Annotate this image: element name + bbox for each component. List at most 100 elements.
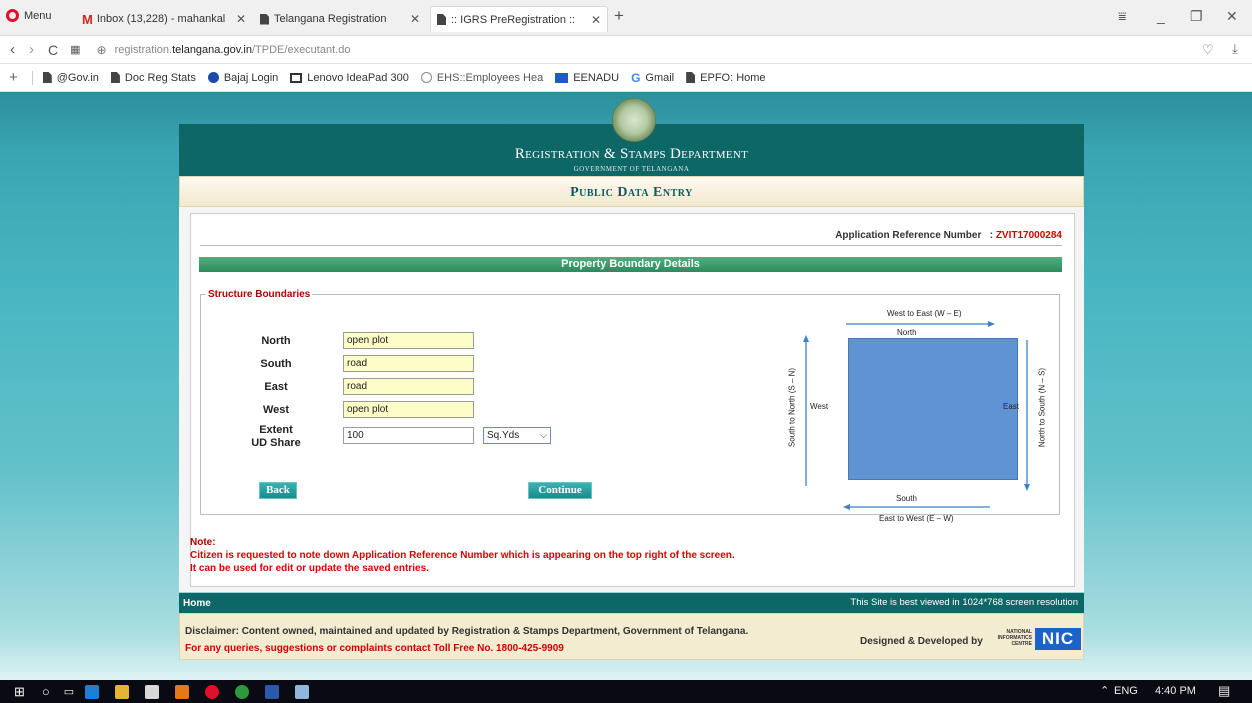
diagram-west: West: [810, 402, 829, 411]
page-icon: [686, 72, 696, 83]
south-north-arrowhead: [803, 335, 809, 342]
store-icon[interactable]: [145, 684, 160, 699]
toll-free-text: For any queries, suggestions or complain…: [185, 643, 564, 654]
task-view-icon[interactable]: ▭: [64, 685, 74, 698]
close-window-icon[interactable]: ✕: [1226, 8, 1238, 25]
disclaimer-box: Disclaimer: Content owned, maintained an…: [179, 613, 1084, 660]
bookmark-epfo[interactable]: EPFO: Home: [686, 72, 766, 84]
ref-number: ZVIT17000284: [995, 230, 1062, 241]
nic-logo: NIC: [1035, 628, 1081, 650]
close-tab-icon[interactable]: ✕: [585, 13, 601, 27]
north-south-arrowhead: [1024, 484, 1030, 491]
extent-input[interactable]: 100: [343, 427, 474, 444]
ehs-icon: [420, 72, 432, 83]
tab-gmail[interactable]: M Inbox (13,228) - mahankal ✕: [76, 6, 252, 32]
south-boundary-input[interactable]: road: [343, 355, 474, 372]
file-explorer-icon[interactable]: [115, 684, 130, 699]
chrome-icon[interactable]: [235, 684, 250, 699]
disclaimer-text: Disclaimer: Content owned, maintained an…: [185, 626, 749, 637]
bookmark-gmail[interactable]: G Gmail: [631, 71, 674, 85]
bajaj-icon: [207, 72, 219, 83]
language-indicator[interactable]: ENG: [1114, 685, 1138, 697]
diagram-south: South: [896, 494, 917, 503]
url-field[interactable]: registration.telangana.gov.in/TPDE/execu…: [115, 44, 351, 56]
designed-by-text: Designed & Developed by: [860, 636, 983, 647]
address-bar-row: ‹ › C ▦ ⊕ registration.telangana.gov.in/…: [0, 36, 1252, 64]
diagram-east: East: [1003, 402, 1020, 411]
word-icon[interactable]: [265, 684, 280, 699]
chevron-down-icon: ⌵: [540, 430, 547, 440]
telangana-emblem-icon: [612, 98, 656, 142]
application-reference: Application Reference Number : ZVIT17000…: [200, 228, 1062, 246]
bookmark-lenovo[interactable]: Lenovo IdeaPad 300: [290, 72, 409, 84]
home-link[interactable]: Home: [183, 598, 211, 609]
note-block: Note: Citizen is requested to note down …: [190, 536, 735, 575]
page-icon: [260, 13, 269, 25]
bookmark-bajaj-login[interactable]: Bajaj Login: [207, 72, 278, 84]
clock[interactable]: 4:40 PM: [1155, 685, 1196, 697]
east-boundary-input[interactable]: road: [343, 378, 474, 395]
east-west-arrowhead: [843, 504, 850, 510]
tab-igrs-preregistration[interactable]: :: IGRS PreRegistration :: ✕: [430, 6, 608, 32]
page-title: Public Data Entry: [179, 176, 1084, 207]
continue-button[interactable]: Continue: [528, 482, 592, 499]
right-axis-label: North to South (N – S): [1037, 367, 1047, 448]
bottom-axis-label: East to West (E – W): [879, 514, 954, 523]
back-nav-icon[interactable]: ‹: [10, 41, 15, 58]
heart-icon[interactable]: ♡: [1202, 42, 1214, 58]
search-icon[interactable]: ○: [42, 684, 50, 699]
top-axis-label: West to East (W – E): [887, 309, 962, 318]
menu-label: Menu: [24, 9, 52, 22]
minimize-icon[interactable]: _: [1157, 8, 1165, 24]
gmail-icon: M: [82, 11, 93, 27]
windows-start-icon[interactable]: ⊞: [14, 684, 25, 700]
browser-menu-button[interactable]: Menu: [6, 9, 52, 22]
resolution-note: This Site is best viewed in 1024*768 scr…: [850, 597, 1078, 608]
page-icon: [437, 14, 446, 25]
opera-icon[interactable]: [205, 684, 220, 699]
google-icon: G: [631, 70, 641, 85]
download-icon[interactable]: ⤓: [1232, 41, 1238, 57]
plot-shape: [848, 338, 1018, 480]
west-boundary-input[interactable]: open plot: [343, 401, 474, 418]
footer-bar: Home This Site is best viewed in 1024*76…: [179, 593, 1084, 613]
restore-icon[interactable]: ❐: [1190, 8, 1203, 25]
government-name: GOVERNMENT OF TELANGANA: [573, 165, 690, 173]
note-line-2: It can be used for edit or update the sa…: [190, 563, 429, 574]
notepad-icon[interactable]: [295, 684, 310, 699]
close-tab-icon[interactable]: ✕: [404, 12, 420, 26]
tray-chevron-icon[interactable]: ⌃: [1100, 684, 1109, 697]
tab-title: Telangana Registration: [274, 13, 387, 25]
department-name: Registration & Stamps Department: [514, 146, 749, 162]
eenadu-icon: [555, 72, 569, 83]
tab-title: Inbox (13,228) - mahankal: [96, 13, 226, 25]
ref-label: Application Reference Number: [835, 230, 982, 241]
add-bookmark-icon[interactable]: +: [9, 69, 18, 86]
tab-telangana-registration[interactable]: Telangana Registration ✕: [254, 6, 426, 32]
bookmark-ehs[interactable]: EHS::Employees Hea: [420, 72, 543, 84]
bookmark-gov-in[interactable]: @Gov.in: [42, 72, 99, 84]
bookmark-eenadu[interactable]: EENADU: [555, 72, 619, 84]
north-boundary-input[interactable]: open plot: [343, 332, 474, 349]
speed-dial-icon[interactable]: ▦: [70, 43, 80, 56]
east-label: East: [264, 381, 288, 393]
unit-select[interactable]: Sq.Yds ⌵: [483, 427, 551, 444]
tab-menu-icon[interactable]: ⩸: [1118, 8, 1127, 25]
edge-icon[interactable]: [85, 684, 100, 699]
browser-tab-bar: Menu M Inbox (13,228) - mahankal ✕ Telan…: [0, 0, 1252, 36]
left-axis-label: South to North (S – N): [787, 367, 797, 448]
north-label: North: [261, 335, 291, 347]
back-button[interactable]: Back: [259, 482, 297, 499]
media-icon[interactable]: [175, 684, 190, 699]
bookmark-doc-reg-stats[interactable]: Doc Reg Stats: [110, 72, 196, 84]
notifications-icon[interactable]: ▤: [1218, 683, 1230, 699]
nic-small-text: NATIONAL INFORMATICS CENTRE: [997, 629, 1032, 647]
forward-nav-icon[interactable]: ›: [29, 41, 34, 58]
west-label: West: [262, 404, 290, 416]
diagram-north: North: [897, 328, 917, 337]
reload-icon[interactable]: C: [48, 42, 58, 58]
south-label: South: [260, 358, 292, 370]
close-tab-icon[interactable]: ✕: [230, 12, 246, 26]
tab-title: :: IGRS PreRegistration ::: [451, 13, 576, 26]
new-tab-button[interactable]: +: [614, 6, 624, 26]
